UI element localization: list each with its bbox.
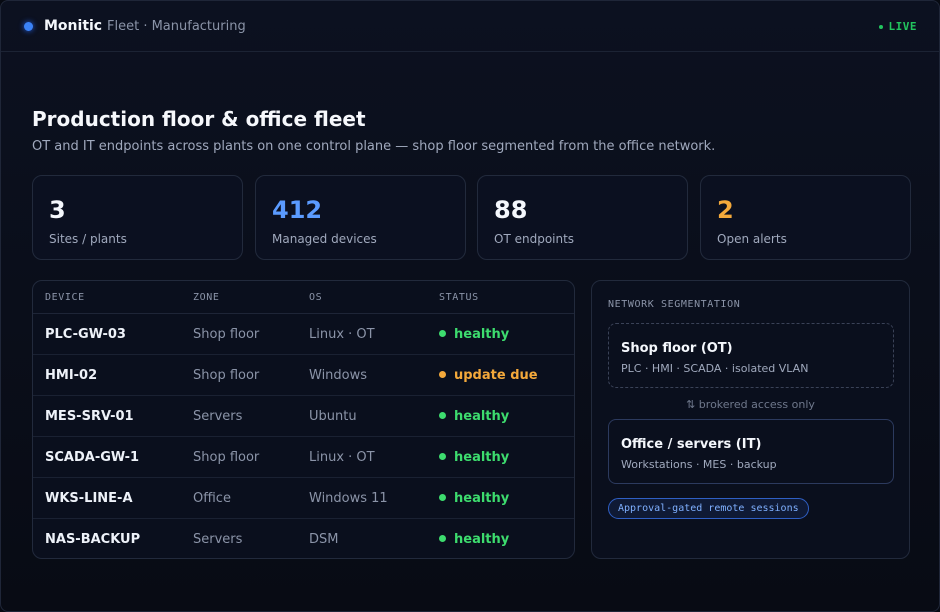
status-dot-icon [439, 494, 446, 501]
page-subtitle: OT and IT endpoints across plants on one… [32, 139, 716, 154]
stat-card-alerts[interactable]: 2 Open alerts [700, 175, 911, 260]
stat-card-sites[interactable]: 3 Sites / plants [32, 175, 243, 260]
status-dot-icon [439, 453, 446, 460]
stat-label: OT endpoints [494, 232, 575, 246]
device-name: WKS-LINE-A [45, 491, 133, 506]
status-dot-icon [439, 412, 446, 419]
stat-card-ot-endpoints[interactable]: 88 OT endpoints [477, 175, 688, 260]
stat-label: Managed devices [272, 232, 377, 246]
broker-note: ⇅ brokered access only [686, 398, 815, 411]
status-badge: healthy [439, 532, 509, 547]
status-label: healthy [454, 491, 510, 506]
segmentation-title: NETWORK SEGMENTATION [608, 299, 741, 310]
live-label: LIVE [888, 20, 917, 33]
column-header-status[interactable]: STATUS [439, 292, 479, 303]
table-row[interactable]: MES-SRV-01 Servers Ubuntu healthy [33, 396, 574, 437]
it-zone-box[interactable]: Office / servers (IT) Workstations · MES… [608, 419, 894, 484]
status-label: update due [454, 368, 538, 383]
status-badge: healthy [439, 409, 509, 424]
page-title: Production floor & office fleet [32, 107, 366, 131]
device-zone: Servers [193, 532, 243, 547]
stat-label: Open alerts [717, 232, 787, 246]
status-badge: update due [439, 368, 538, 383]
table-row[interactable]: SCADA-GW-1 Shop floor Linux · OT healthy [33, 437, 574, 478]
it-zone-title: Office / servers (IT) [621, 437, 762, 452]
ot-zone-title: Shop floor (OT) [621, 341, 733, 356]
device-name: HMI-02 [45, 368, 98, 383]
column-header-os[interactable]: OS [309, 292, 322, 303]
device-os: Windows 11 [309, 491, 388, 506]
stat-card-devices[interactable]: 412 Managed devices [255, 175, 466, 260]
table-row[interactable]: HMI-02 Shop floor Windows update due [33, 355, 574, 396]
it-zone-detail: Workstations · MES · backup [621, 458, 777, 471]
top-bar: Monitic Fleet · Manufacturing LIVE [1, 1, 939, 52]
stat-value: 3 [49, 196, 66, 224]
brand-name[interactable]: Monitic [44, 18, 102, 34]
column-header-zone[interactable]: ZONE [193, 292, 219, 303]
status-badge: healthy [439, 327, 509, 342]
ot-zone-detail: PLC · HMI · SCADA · isolated VLAN [621, 362, 809, 375]
status-label: healthy [454, 409, 510, 424]
status-label: healthy [454, 450, 510, 465]
device-zone: Shop floor [193, 450, 260, 465]
device-os: Ubuntu [309, 409, 357, 424]
device-zone: Shop floor [193, 368, 260, 383]
status-dot-icon [439, 330, 446, 337]
status-badge: healthy [439, 491, 509, 506]
table-row[interactable]: WKS-LINE-A Office Windows 11 healthy [33, 478, 574, 519]
status-label: healthy [454, 532, 510, 547]
breadcrumb[interactable]: Fleet · Manufacturing [107, 19, 246, 34]
remote-sessions-badge[interactable]: Approval-gated remote sessions [608, 498, 809, 519]
device-zone: Servers [193, 409, 243, 424]
device-name: MES-SRV-01 [45, 409, 134, 424]
stat-value: 412 [272, 196, 323, 224]
device-os: Linux · OT [309, 450, 375, 465]
column-header-device[interactable]: DEVICE [45, 292, 85, 303]
status-dot-icon [439, 371, 446, 378]
device-os: Windows [309, 368, 368, 383]
stat-value: 88 [494, 196, 528, 224]
status-label: healthy [454, 327, 510, 342]
table-header: DEVICE ZONE OS STATUS [33, 281, 574, 314]
device-os: Linux · OT [309, 327, 375, 342]
device-name: SCADA-GW-1 [45, 450, 140, 465]
device-name: NAS-BACKUP [45, 532, 141, 547]
device-table: DEVICE ZONE OS STATUS PLC-GW-03 Shop floo… [32, 280, 575, 559]
device-name: PLC-GW-03 [45, 327, 126, 342]
device-zone: Shop floor [193, 327, 260, 342]
device-os: DSM [309, 532, 339, 547]
network-segmentation-panel: NETWORK SEGMENTATION Shop floor (OT) PLC… [591, 280, 910, 559]
status-dot-icon [439, 535, 446, 542]
live-dot-icon [878, 25, 883, 29]
stat-label: Sites / plants [49, 232, 127, 246]
live-indicator: LIVE [878, 20, 918, 33]
table-row[interactable]: PLC-GW-03 Shop floor Linux · OT healthy [33, 314, 574, 355]
table-row[interactable]: NAS-BACKUP Servers DSM healthy [33, 519, 574, 558]
device-zone: Office [193, 491, 231, 506]
app-window: Monitic Fleet · Manufacturing LIVE Produ… [0, 0, 940, 612]
ot-zone-box[interactable]: Shop floor (OT) PLC · HMI · SCADA · isol… [608, 323, 894, 388]
logo-dot-icon [24, 22, 33, 31]
stat-value: 2 [717, 196, 734, 224]
status-badge: healthy [439, 450, 509, 465]
